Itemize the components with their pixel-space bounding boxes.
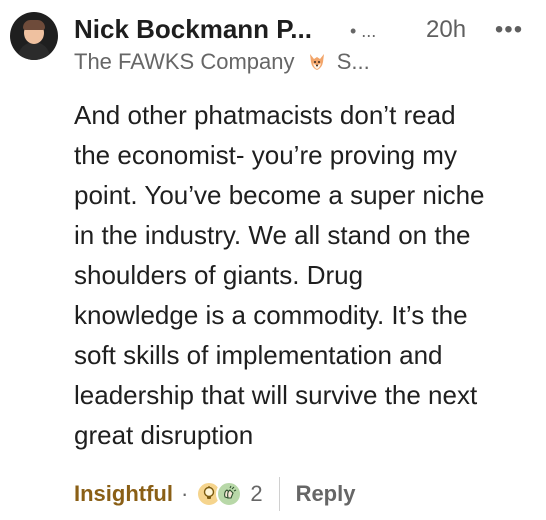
- clapping-hands-icon: [216, 481, 243, 507]
- timestamp: 20h: [426, 16, 467, 43]
- reaction-icons[interactable]: [196, 481, 243, 507]
- connection-degree: • ...: [350, 21, 377, 41]
- headline-text: The FAWKS Company: [74, 49, 295, 74]
- comment-text: And other phatmacists don’t read the eco…: [74, 100, 485, 450]
- reply-button[interactable]: Reply: [296, 481, 356, 507]
- reaction-count[interactable]: 2: [250, 481, 262, 507]
- actions-divider: [278, 477, 280, 511]
- more-horizontal-icon: •••: [494, 16, 524, 43]
- author-headline: The FAWKS Company S...: [74, 48, 434, 76]
- headline-suffix: S...: [336, 49, 370, 74]
- comment-actions: Insightful · 2 Reply: [74, 477, 356, 511]
- fox-emoji-icon: [307, 51, 327, 71]
- reaction-separator: ·: [180, 481, 189, 506]
- avatar[interactable]: [10, 12, 58, 60]
- avatar-shirt: [18, 42, 50, 60]
- avatar-hair: [23, 20, 45, 30]
- more-options-button[interactable]: •••: [492, 16, 526, 44]
- author-name[interactable]: Nick Bockmann P...: [74, 13, 344, 45]
- reaction-label[interactable]: Insightful: [74, 481, 173, 507]
